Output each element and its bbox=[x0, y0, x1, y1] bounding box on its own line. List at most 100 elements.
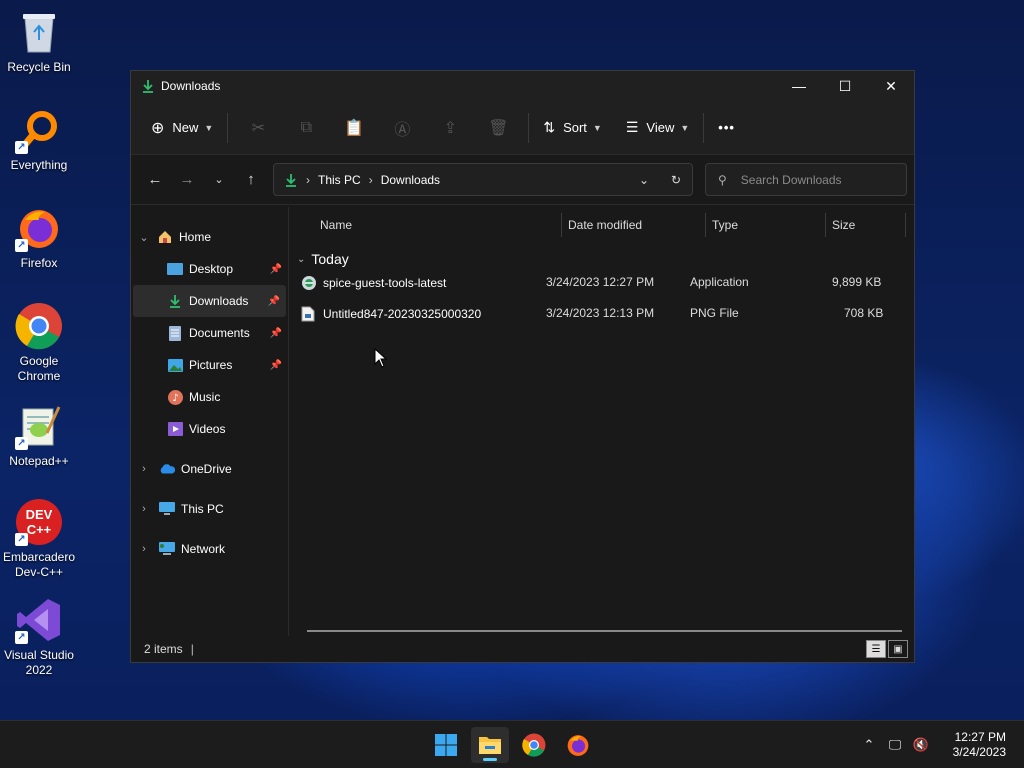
recent-locations-button[interactable]: ⌄ bbox=[203, 164, 235, 196]
sidebar-item-label: This PC bbox=[181, 502, 224, 516]
svg-text:♪: ♪ bbox=[172, 393, 178, 404]
sidebar-item-label: OneDrive bbox=[181, 462, 232, 476]
sidebar-item-onedrive[interactable]: › OneDrive bbox=[131, 453, 288, 485]
sort-button[interactable]: ⇅ Sort ▼ bbox=[535, 112, 610, 144]
view-list-icon: ☰ bbox=[625, 119, 639, 135]
file-name: Untitled847-20230325000320 bbox=[323, 307, 482, 321]
toolbar-separator bbox=[703, 112, 705, 143]
rename-icon[interactable]: Ⓐ bbox=[378, 112, 426, 144]
delete-icon[interactable]: 🗑 bbox=[474, 112, 522, 144]
shortcut-arrow-icon: ↗ bbox=[15, 631, 28, 644]
copy-icon[interactable]: ⧉ bbox=[282, 112, 330, 144]
desktop-icon-recycle-bin[interactable]: Recycle Bin bbox=[2, 8, 76, 75]
search-box[interactable]: ⚲ bbox=[705, 163, 907, 196]
search-icon: ⚲ bbox=[718, 172, 727, 187]
column-header-name[interactable]: Name bbox=[313, 209, 352, 241]
column-divider[interactable] bbox=[905, 213, 906, 237]
new-button[interactable]: ⊕ New ▼ bbox=[143, 112, 221, 144]
desktop-icon-firefox[interactable]: ↗ Firefox bbox=[2, 204, 76, 271]
sidebar-item-pictures[interactable]: Pictures 📌 bbox=[131, 349, 288, 381]
sidebar-item-network[interactable]: › Network bbox=[131, 533, 288, 565]
taskbar-file-explorer[interactable] bbox=[471, 727, 509, 763]
sidebar-item-label: Documents bbox=[189, 326, 250, 340]
file-explorer-window[interactable]: Downloads — ☐ ✕ ⊕ New ▼ ✂ ⧉ 📋 Ⓐ ⇪ 🗑 ⇅ So… bbox=[130, 70, 915, 663]
details-view-icon[interactable]: ☰ bbox=[866, 640, 886, 658]
horizontal-scrollbar[interactable] bbox=[307, 630, 902, 632]
recycle-bin-icon bbox=[15, 8, 63, 56]
desktop-icon-visual-studio[interactable]: ↗ Visual Studio 2022 bbox=[2, 596, 76, 678]
sidebar-item-downloads[interactable]: Downloads 📌 bbox=[133, 285, 286, 317]
pin-icon: 📌 bbox=[269, 359, 282, 371]
column-headers: Name Date modified Type Size bbox=[289, 209, 914, 241]
clock[interactable]: 12:27 PM 3/24/2023 bbox=[934, 730, 1024, 760]
file-date: 3/24/2023 12:27 PM bbox=[546, 275, 655, 289]
new-label: New bbox=[172, 120, 199, 135]
maximize-button[interactable]: ☐ bbox=[822, 71, 868, 101]
search-input[interactable] bbox=[740, 172, 891, 187]
desktop-icon-label: Visual Studio 2022 bbox=[4, 648, 74, 677]
paste-icon[interactable]: 📋 bbox=[330, 112, 378, 144]
toolbar-separator bbox=[227, 112, 229, 143]
chevron-down-icon[interactable]: ⌄ bbox=[297, 254, 305, 265]
sidebar-item-label: Downloads bbox=[189, 294, 249, 308]
address-bar[interactable]: › This PC › Downloads ⌄ ↻ bbox=[273, 163, 693, 196]
sidebar-item-home[interactable]: ⌄ Home bbox=[131, 221, 288, 253]
notepadpp-icon: ↗ bbox=[15, 402, 63, 450]
column-header-size[interactable]: Size bbox=[825, 209, 855, 241]
desktop-icon-devcpp[interactable]: DEV C++ ↗ Embarcadero Dev-C++ bbox=[2, 498, 76, 580]
sidebar-item-videos[interactable]: Videos bbox=[131, 413, 288, 445]
taskbar-chrome[interactable] bbox=[515, 727, 553, 763]
chrome-icon bbox=[522, 733, 546, 757]
view-button[interactable]: ☰ View ▼ bbox=[618, 112, 697, 144]
file-list[interactable]: Name Date modified Type Size ⌄ Today spi… bbox=[289, 207, 914, 636]
window-controls: — ☐ ✕ bbox=[776, 71, 914, 101]
minimize-button[interactable]: — bbox=[776, 71, 822, 101]
file-row[interactable]: spice-guest-tools-latest 3/24/2023 12:27… bbox=[301, 271, 901, 295]
view-label: View bbox=[646, 120, 675, 135]
share-icon[interactable]: ⇪ bbox=[426, 112, 474, 144]
chevron-down-icon[interactable]: ⌄ bbox=[137, 231, 151, 244]
address-dropdown-icon[interactable]: ⌄ bbox=[628, 173, 660, 187]
forward-button[interactable]: → bbox=[171, 164, 203, 196]
refresh-icon[interactable]: ↻ bbox=[660, 173, 692, 187]
close-button[interactable]: ✕ bbox=[868, 71, 914, 101]
taskbar-firefox[interactable] bbox=[559, 727, 597, 763]
sidebar-item-this-pc[interactable]: › This PC bbox=[131, 493, 288, 525]
breadcrumb-downloads[interactable]: Downloads bbox=[381, 173, 440, 187]
desktop-icon-notepadpp[interactable]: ↗ Notepad++ bbox=[2, 402, 76, 469]
sidebar-item-label: Music bbox=[189, 390, 221, 404]
column-header-date[interactable]: Date modified bbox=[561, 209, 642, 241]
file-size: 708 KB bbox=[844, 306, 884, 320]
setup-application-icon bbox=[301, 275, 317, 291]
file-row[interactable]: Untitled847-20230325000320 3/24/2023 12:… bbox=[301, 302, 901, 326]
title-bar[interactable]: Downloads — ☐ ✕ bbox=[131, 71, 914, 101]
up-button[interactable]: ↑ bbox=[235, 164, 267, 196]
desktop-icon-everything[interactable]: ↗ Everything bbox=[2, 106, 76, 173]
network-icon[interactable]: 🖵 bbox=[882, 737, 908, 753]
tiles-view-icon[interactable]: ▣ bbox=[888, 640, 908, 658]
back-button[interactable]: ← bbox=[139, 164, 171, 196]
start-button[interactable] bbox=[427, 727, 465, 763]
group-header-today[interactable]: ⌄ Today bbox=[297, 251, 349, 267]
sidebar-item-documents[interactable]: Documents 📌 bbox=[131, 317, 288, 349]
chevron-right-icon[interactable]: › bbox=[137, 463, 151, 475]
chevron-right-icon[interactable]: › bbox=[137, 543, 151, 555]
more-options-button[interactable]: ••• bbox=[710, 112, 743, 144]
show-hidden-icons-chevron-icon[interactable]: ⌃ bbox=[856, 737, 882, 753]
sidebar-item-desktop[interactable]: Desktop 📌 bbox=[131, 253, 288, 285]
cut-icon[interactable]: ✂ bbox=[234, 112, 282, 144]
desktop-icon-label: Google Chrome bbox=[17, 354, 61, 383]
breadcrumb-this-pc[interactable]: This PC bbox=[318, 173, 361, 187]
sidebar-item-label: Pictures bbox=[189, 358, 233, 372]
sidebar-item-music[interactable]: ♪ Music bbox=[131, 381, 288, 413]
volume-muted-icon[interactable]: 🔇 bbox=[908, 737, 934, 753]
column-name-label: Name bbox=[320, 218, 353, 232]
documents-icon bbox=[167, 325, 183, 341]
chevron-down-icon: ▼ bbox=[592, 122, 602, 133]
desktop-icon-chrome[interactable]: Google Chrome bbox=[2, 302, 76, 384]
pictures-icon bbox=[167, 357, 183, 373]
desktop-icon-label: Embarcadero Dev-C++ bbox=[2, 550, 76, 579]
column-header-type[interactable]: Type bbox=[705, 209, 738, 241]
chevron-right-icon[interactable]: › bbox=[137, 503, 151, 515]
network-icon bbox=[159, 541, 175, 557]
